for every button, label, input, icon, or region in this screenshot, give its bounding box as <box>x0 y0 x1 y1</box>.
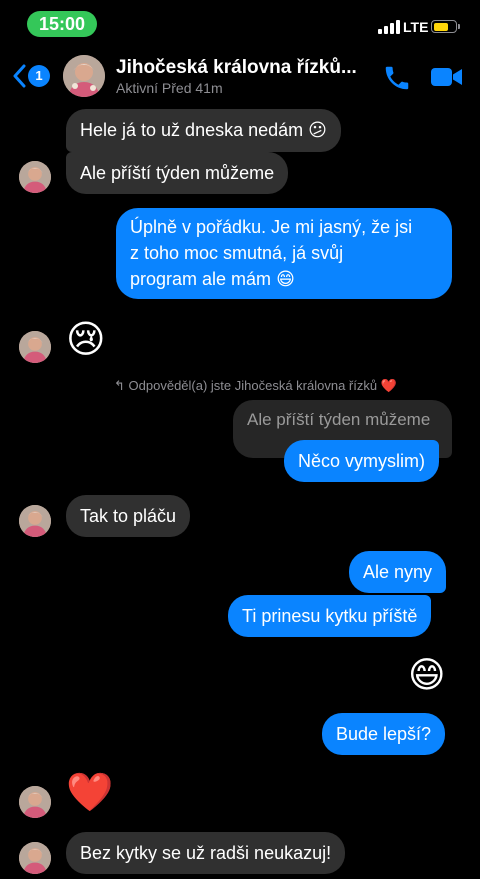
message-text: Ti prinesu kytku příště <box>242 606 418 626</box>
message-text: Hele já to už dneska nedám <box>80 120 304 140</box>
message-text: Tak to pláču <box>80 506 177 526</box>
sender-avatar[interactable] <box>19 331 51 363</box>
message-bubble-outgoing[interactable]: Bude lepší? <box>322 713 446 755</box>
contact-status: Aktivní Před 41m <box>116 80 223 96</box>
avatar-image <box>63 55 105 97</box>
message-text: Bez kytky se už radši neukazuj! <box>80 843 332 863</box>
back-chevron-icon <box>13 64 26 88</box>
phone-icon <box>385 66 409 90</box>
back-button[interactable]: 1 <box>12 60 50 92</box>
message-bubble-outgoing[interactable]: Něco vymyslim) <box>284 440 440 482</box>
reply-label-text: Odpověděl(a) jste Jihočeská královna říz… <box>128 378 378 393</box>
unread-badge: 1 <box>28 65 50 87</box>
confused-face-emoji: 😕 <box>308 120 327 141</box>
message-text-line: program ale mám 😄 <box>130 269 295 290</box>
network-type: LTE <box>403 19 429 35</box>
message-bubble-outgoing[interactable]: Ti prinesu kytku příště <box>228 595 432 637</box>
message-text: Ale příští týden můžeme <box>80 163 275 183</box>
video-camera-icon <box>431 68 462 86</box>
sender-avatar[interactable] <box>19 161 51 193</box>
grinning-face-emoji[interactable]: 😄 <box>408 656 446 696</box>
heart-emoji: ❤️ <box>380 379 397 394</box>
sender-avatar[interactable] <box>19 505 51 537</box>
message-bubble-incoming[interactable]: Hele já to už dneska nedám 😕 <box>66 109 341 152</box>
contact-avatar[interactable] <box>63 55 105 97</box>
avatar-image <box>19 505 51 537</box>
message-text: Ale nyny <box>363 562 433 582</box>
battery-tip <box>458 24 460 29</box>
avatar-image <box>19 161 51 193</box>
avatar-image <box>19 331 51 363</box>
reply-indicator: ↰ Odpověděl(a) jste Jihočeská královna ř… <box>114 378 397 394</box>
message-bubble-incoming[interactable]: Tak to pláču <box>66 495 191 537</box>
crying-face-emoji[interactable]: 😢 <box>66 318 106 360</box>
status-time: 15:00 <box>27 11 97 37</box>
message-bubble-outgoing[interactable]: Ale nyny <box>349 551 447 593</box>
message-text-line: Úplně v pořádku. Je mi jasný, že jsi <box>130 217 413 237</box>
message-text: Něco vymyslim) <box>298 451 426 471</box>
reply-arrow-icon: ↰ <box>114 378 125 393</box>
sender-avatar[interactable] <box>19 842 51 874</box>
cellular-signal-icon <box>378 20 400 34</box>
message-bubble-outgoing[interactable]: Úplně v pořádku. Je mi jasný, že jsi z t… <box>116 208 452 299</box>
heart-emoji[interactable]: ❤️ <box>66 770 113 814</box>
video-call-button[interactable] <box>430 65 464 94</box>
message-bubble-incoming[interactable]: Ale příští týden můžeme <box>66 152 289 194</box>
contact-name[interactable]: Jihočeská královna řízků... <box>116 57 357 79</box>
avatar-image <box>19 786 51 818</box>
grinning-face-emoji: 😄 <box>276 269 295 290</box>
battery-icon <box>431 20 457 33</box>
avatar-image <box>19 842 51 874</box>
sender-avatar[interactable] <box>19 786 51 818</box>
message-text: Bude lepší? <box>336 724 432 744</box>
voice-call-button[interactable] <box>382 63 412 98</box>
quoted-text: Ale příští týden můžeme <box>247 410 431 429</box>
message-text-line: z toho moc smutná, já svůj <box>130 243 344 263</box>
message-bubble-incoming[interactable]: Bez kytky se už radši neukazuj! <box>66 832 346 874</box>
